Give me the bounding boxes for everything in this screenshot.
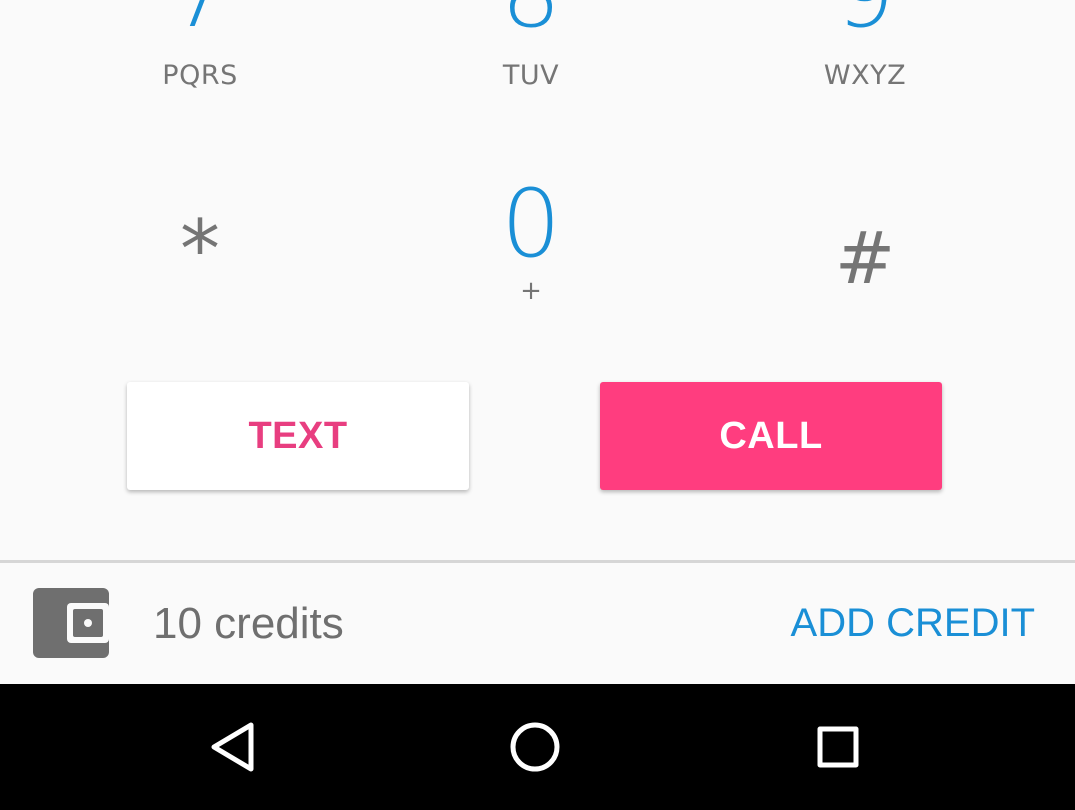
recents-square-icon[interactable] xyxy=(808,717,868,777)
wallet-icon xyxy=(33,588,109,658)
back-triangle-icon[interactable] xyxy=(204,717,264,777)
credits-bar: 10 credits ADD CREDIT xyxy=(0,563,1075,684)
system-nav-bar xyxy=(0,684,1075,810)
dial-key-7[interactable]: 7 PQRS xyxy=(100,0,300,110)
dial-key-symbol: # xyxy=(834,216,896,300)
call-button[interactable]: CALL xyxy=(600,382,942,490)
dial-key-8[interactable]: 8 TUV xyxy=(431,0,631,110)
text-button[interactable]: TEXT xyxy=(127,382,469,490)
dial-key-symbol: * xyxy=(180,203,220,296)
dial-key-digit: 7 xyxy=(100,0,300,42)
dial-key-plus: + xyxy=(520,276,542,306)
dial-key-letters: PQRS xyxy=(162,60,238,91)
dial-key-star[interactable]: * xyxy=(100,170,300,320)
home-circle-icon[interactable] xyxy=(505,717,565,777)
dial-key-9[interactable]: 9 WXYZ xyxy=(765,0,965,110)
dial-key-0[interactable]: 0 + xyxy=(431,170,631,320)
dialpad: 7 PQRS 8 TUV 9 WXYZ * 0 + # TEXT CALL xyxy=(0,0,1075,562)
add-credit-button[interactable]: ADD CREDIT xyxy=(791,601,1035,646)
dial-key-digit: 0 xyxy=(501,170,561,279)
dial-key-digit: 8 xyxy=(431,0,631,42)
dial-key-letters: WXYZ xyxy=(823,60,907,91)
dial-key-hash[interactable]: # xyxy=(765,170,965,320)
credits-balance: 10 credits xyxy=(153,599,344,648)
dial-key-digit: 9 xyxy=(765,0,965,42)
dial-key-letters: TUV xyxy=(502,60,560,91)
